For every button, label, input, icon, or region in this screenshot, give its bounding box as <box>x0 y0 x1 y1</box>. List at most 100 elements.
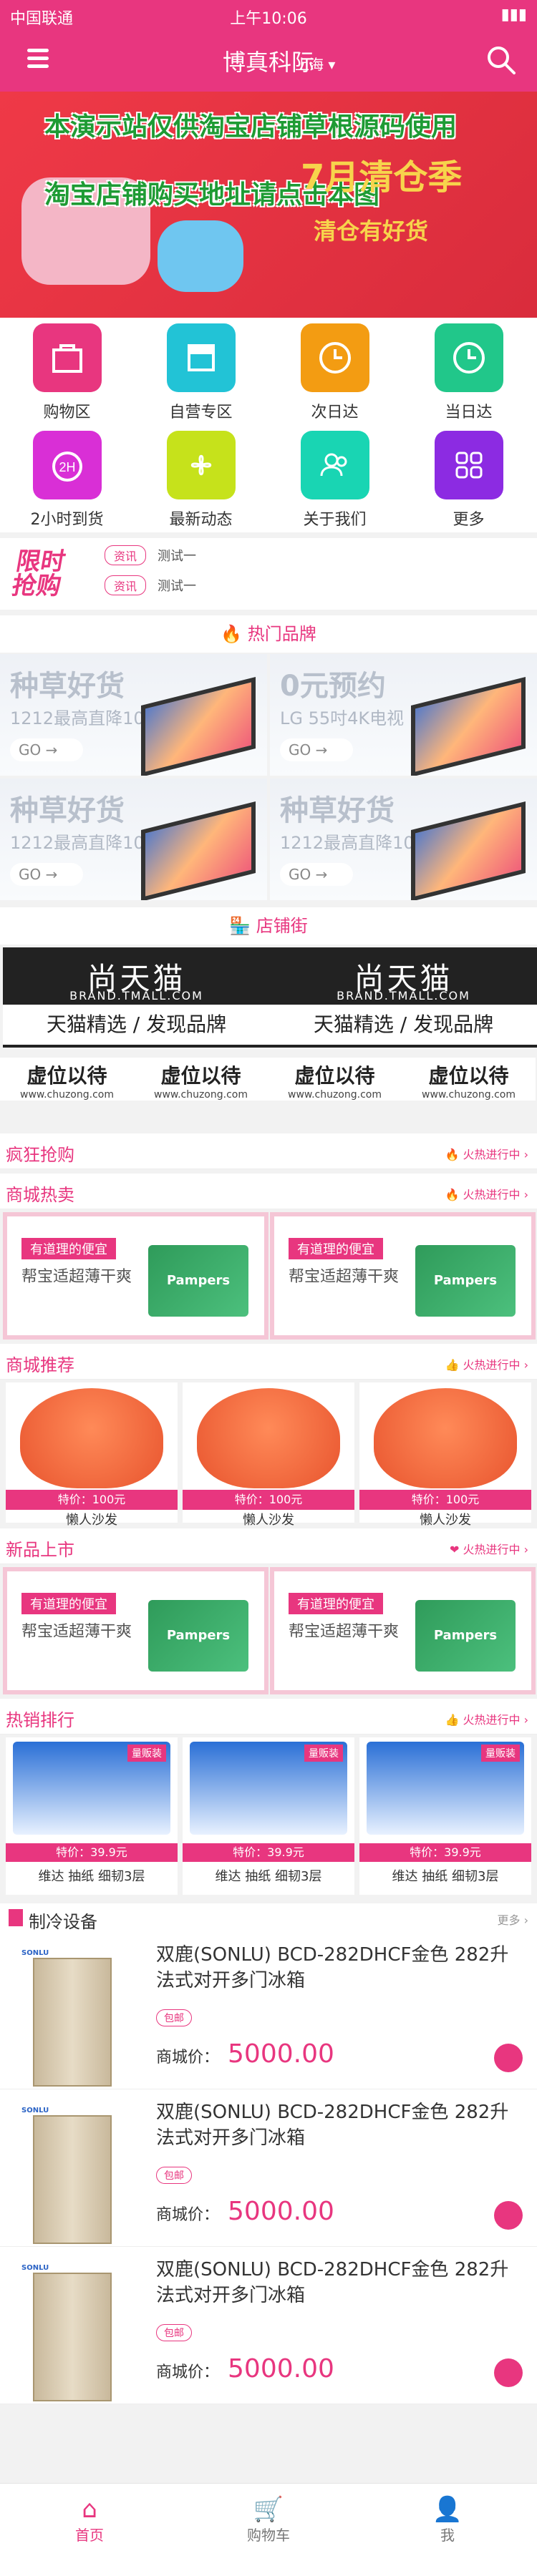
grid-item-2h[interactable]: 2H 2小时到货 <box>0 425 134 532</box>
more-link[interactable]: 更多 › <box>498 1911 529 1928</box>
product-price: 特价：100元 <box>359 1490 531 1510</box>
grid-item-self[interactable]: 自营专区 <box>134 318 268 425</box>
product-desc: 帮宝适超薄干爽 <box>289 1268 400 1286</box>
product-price: 特价：100元 <box>183 1490 354 1510</box>
shop-banner[interactable]: 尚天猫 BRAND.TMALL.COM 天猫精选 / 发现品牌 <box>3 947 270 1048</box>
go-button[interactable]: GO → <box>280 863 353 886</box>
vacant-slot[interactable]: 虚位以待 www.chuzong.com <box>134 1058 268 1101</box>
svg-text:2H: 2H <box>59 460 75 474</box>
product-item[interactable]: SONLU 双鹿(SONLU) BCD-282DHCF金色 282升法式对开多门冰… <box>0 1932 537 2089</box>
product-card[interactable]: 有道理的便宜 帮宝适超薄干爽 Pampers <box>3 1212 268 1340</box>
promo-text: 测试一 <box>158 549 197 564</box>
product-tag: 有道理的便宜 <box>289 1238 383 1259</box>
fridge-image <box>33 2115 112 2244</box>
brand-card[interactable]: 种草好货 1212最高直降1000 GO → <box>270 779 537 900</box>
mall-rec-title: 商城推荐 <box>6 1355 74 1375</box>
grid-item-label: 关于我们 <box>303 511 367 529</box>
search-icon[interactable] <box>484 43 518 77</box>
section-title-hot-brand: 🔥 热门品牌 <box>0 615 537 653</box>
product-price: 特价：39.9元 <box>359 1843 531 1862</box>
product-price: 特价：39.9元 <box>183 1843 354 1862</box>
hot-status-label: 火热进行中 <box>463 1543 521 1556</box>
brand-sub: LG 55吋4K电视 <box>280 708 405 728</box>
product-card[interactable]: 特价：100元 懒人沙发 <box>183 1382 354 1528</box>
tab-home[interactable]: ⌂ 首页 <box>0 2495 179 2545</box>
section-flash[interactable]: 疯狂抢购 🔥 火热进行中 › <box>0 1133 537 1169</box>
brand-card[interactable]: 种草好货 1212最高直降1000 GO → <box>0 779 267 900</box>
promo-row[interactable]: 资讯 测试一 <box>105 545 196 565</box>
go-button[interactable]: GO → <box>10 738 83 761</box>
hot-brand-title: 热门品牌 <box>247 624 316 644</box>
grid-item-news[interactable]: 最新动态 <box>134 425 268 532</box>
brand-card[interactable]: 0元预约 LG 55吋4K电视 GO → <box>270 654 537 776</box>
timer-icon: 2H <box>32 431 102 499</box>
brand-card[interactable]: 种草好货 1212最高直降1000 GO → <box>0 654 267 776</box>
shop-banner-url: BRAND.TMALL.COM <box>69 989 203 1002</box>
product-tag: 有道理的便宜 <box>289 1593 383 1614</box>
sofa-image <box>374 1388 517 1488</box>
promo-text: 测试一 <box>158 579 197 594</box>
price-label: 商城价： <box>156 2363 220 2381</box>
product-card[interactable]: 量贩装 特价：39.9元 维达 抽纸 细韧3层 <box>183 1737 354 1895</box>
app-root: 中国联通 上午10:06 ▮▮▮ 博真科际 上海 ▾ 本演示站仅供淘宝店铺草根源… <box>0 0 537 2576</box>
tab-me[interactable]: 👤 我 <box>358 2495 537 2545</box>
section-mall-hot[interactable]: 商城热卖 🔥 火热进行中 › <box>0 1174 537 1209</box>
shop-banner[interactable]: 尚天猫 BRAND.TMALL.COM 天猫精选 / 发现品牌 <box>270 947 537 1048</box>
vacant-title: 虚位以待 <box>428 1064 509 1088</box>
vacant-url: www.chuzong.com <box>288 1089 382 1101</box>
section-new-goods[interactable]: 新品上市 ❤ 火热进行中 › <box>0 1528 537 1564</box>
brand-logo: SONLU <box>21 1949 49 1957</box>
fridge-image <box>33 1958 112 2087</box>
vacant-slot[interactable]: 虚位以待 www.chuzong.com <box>402 1058 536 1101</box>
grid-item-next-day[interactable]: 次日达 <box>268 318 402 425</box>
price-value: 5000.00 <box>228 2354 334 2384</box>
status-bar: 中国联通 上午10:06 ▮▮▮ <box>0 0 537 29</box>
product-card[interactable]: 特价：100元 懒人沙发 <box>6 1382 178 1528</box>
tab-label: 购物车 <box>247 2527 290 2544</box>
vacant-slot[interactable]: 虚位以待 www.chuzong.com <box>268 1058 402 1101</box>
go-button[interactable]: GO → <box>280 738 353 761</box>
product-card[interactable]: 特价：100元 懒人沙发 <box>359 1382 531 1528</box>
promo-row[interactable]: 资讯 测试一 <box>105 575 196 595</box>
tab-label: 首页 <box>75 2527 104 2544</box>
tab-label: 我 <box>440 2527 455 2544</box>
vacant-url: www.chuzong.com <box>422 1089 516 1101</box>
add-to-cart-icon[interactable] <box>494 2201 523 2230</box>
price-value: 5000.00 <box>228 2039 334 2069</box>
vacant-title: 虚位以待 <box>26 1064 107 1088</box>
city-selector[interactable]: 上海 ▾ <box>295 53 335 74</box>
clock-icon <box>300 323 369 392</box>
vacant-slot[interactable]: 虚位以待 www.chuzong.com <box>0 1058 134 1101</box>
bag-icon <box>32 323 102 392</box>
tab-cart[interactable]: 🛒 购物车 <box>179 2495 358 2545</box>
product-tag: 有道理的便宜 <box>21 1593 116 1614</box>
product-item[interactable]: SONLU 双鹿(SONLU) BCD-282DHCF金色 282升法式对开多门冰… <box>0 2089 537 2247</box>
brand-logo: SONLU <box>21 2107 49 2114</box>
sofa-image <box>197 1388 340 1488</box>
category-grid: 购物区 自营专区 次日达 当日达 2H 2小时到货 最新动态 关于我们 更多 <box>0 318 537 532</box>
grid-item-more[interactable]: 更多 <box>402 425 536 532</box>
hot-status-label: 火热进行中 <box>463 1713 521 1727</box>
go-button[interactable]: GO → <box>10 863 83 886</box>
product-price: 特价：39.9元 <box>6 1843 178 1862</box>
add-to-cart-icon[interactable] <box>494 2044 523 2072</box>
grid-item-shopping[interactable]: 购物区 <box>0 318 134 425</box>
product-item[interactable]: SONLU 双鹿(SONLU) BCD-282DHCF金色 282升法式对开多门冰… <box>0 2247 537 2404</box>
grid-item-label: 购物区 <box>43 404 91 421</box>
product-card[interactable]: 有道理的便宜 帮宝适超薄干爽 Pampers <box>270 1567 536 1694</box>
product-card[interactable]: 量贩装 特价：39.9元 维达 抽纸 细韧3层 <box>359 1737 531 1895</box>
product-image: SONLU <box>11 1942 119 2087</box>
shop-banner-url: BRAND.TMALL.COM <box>337 989 470 1002</box>
promo-banner[interactable]: 本演示站仅供淘宝店铺草根源码使用 淘宝店铺购买地址请点击本图 7月清仓季 清仓有… <box>0 92 537 318</box>
price-label: 商城价： <box>156 2206 220 2224</box>
section-rank[interactable]: 热销排行 👍 火热进行中 › <box>0 1699 537 1735</box>
product-price: 特价：100元 <box>6 1490 178 1510</box>
product-card[interactable]: 有道理的便宜 帮宝适超薄干爽 Pampers <box>270 1212 536 1340</box>
shipping-pill: 包邮 <box>156 2324 192 2341</box>
product-card[interactable]: 有道理的便宜 帮宝适超薄干爽 Pampers <box>3 1567 268 1694</box>
grid-item-same-day[interactable]: 当日达 <box>402 318 536 425</box>
grid-item-about[interactable]: 关于我们 <box>268 425 402 532</box>
section-mall-rec[interactable]: 商城推荐 👍 火热进行中 › <box>0 1344 537 1380</box>
add-to-cart-icon[interactable] <box>494 2358 523 2387</box>
product-card[interactable]: 量贩装 特价：39.9元 维达 抽纸 细韧3层 <box>6 1737 178 1895</box>
